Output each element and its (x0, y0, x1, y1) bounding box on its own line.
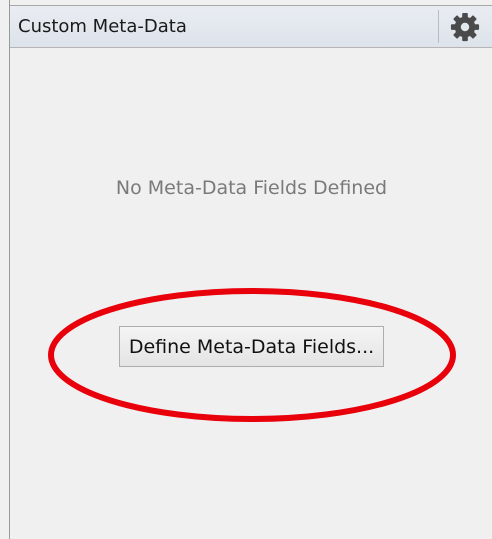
custom-metadata-panel: Custom Meta-Data No Meta-Data Fields Def… (9, 0, 492, 539)
define-metadata-fields-button[interactable]: Define Meta-Data Fields... (119, 326, 384, 367)
settings-button[interactable] (442, 9, 488, 45)
header-divider (438, 10, 439, 43)
panel-header: Custom Meta-Data (10, 6, 492, 48)
panel-title: Custom Meta-Data (18, 16, 187, 37)
empty-state-message: No Meta-Data Fields Defined (115, 177, 388, 199)
gear-icon (450, 12, 480, 42)
